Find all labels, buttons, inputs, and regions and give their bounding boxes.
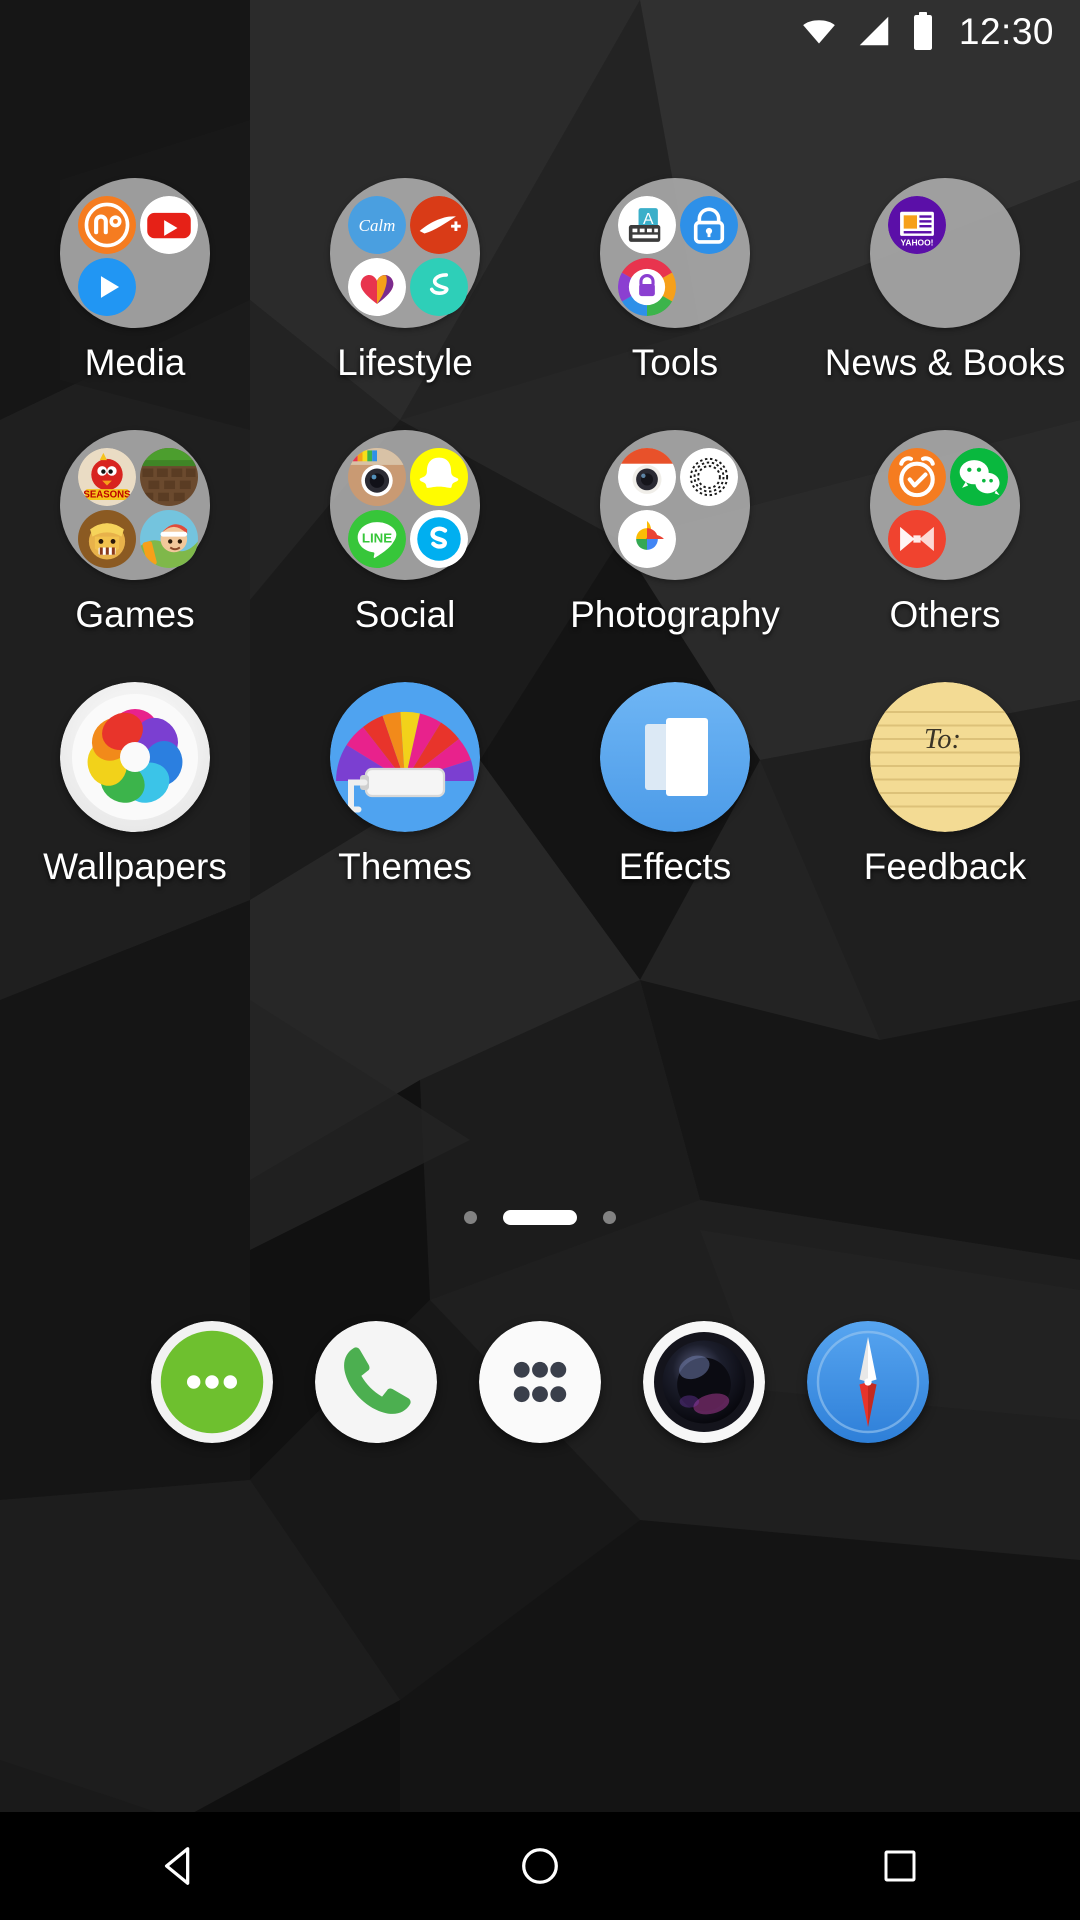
- app-effects-icon[interactable]: [600, 682, 750, 832]
- status-bar: 12:30: [0, 0, 1080, 62]
- home-circle-icon[interactable]: [465, 1812, 615, 1920]
- folder-disc: [60, 178, 210, 328]
- app-drawer-icon[interactable]: [479, 1321, 601, 1443]
- wallpapers-icon: [60, 682, 210, 832]
- battery-full-icon: [909, 11, 937, 51]
- messaging-icon[interactable]: [151, 1321, 273, 1443]
- app-icon-podcast-addict: [78, 196, 136, 254]
- app-icon-nike-plus: [410, 196, 468, 254]
- folder-disc: A: [600, 178, 750, 328]
- app-icon-musixmatch: [888, 510, 946, 568]
- browser-compass-icon[interactable]: [807, 1321, 929, 1443]
- app-feedback-icon[interactable]: To:: [870, 682, 1020, 832]
- app-wallpapers[interactable]: Wallpapers: [0, 682, 270, 934]
- folder-games-icon[interactable]: SEASONS: [60, 430, 210, 580]
- app-label: Effects: [618, 846, 732, 887]
- app-label: Themes: [338, 846, 472, 887]
- page-dot-1[interactable]: [464, 1210, 477, 1224]
- app-icon-wechat: [950, 448, 1008, 506]
- app-icon-keyboard: A: [618, 196, 676, 254]
- app-icon-vsco: [680, 448, 738, 506]
- app-icon-instagram: [348, 448, 406, 506]
- svg-text:LINE: LINE: [362, 531, 392, 546]
- app-themes[interactable]: Themes: [270, 682, 540, 934]
- folder-tools-icon[interactable]: A: [600, 178, 750, 328]
- app-icon-line: LINE: [348, 510, 406, 568]
- app-icon-lock-blue: [680, 196, 738, 254]
- folder-label: Social: [354, 594, 456, 635]
- app-icon-samsung-health: [348, 258, 406, 316]
- home-screen-icon-grid: Media Calm Lifestyle A Tools YAHOO! News…: [0, 178, 1080, 934]
- folder-label: News & Books: [824, 342, 1066, 383]
- folder-news-and-books[interactable]: YAHOO! News & Books: [810, 178, 1080, 430]
- app-icon-google-play-music: [78, 258, 136, 316]
- folder-news-and-books-icon[interactable]: YAHOO!: [870, 178, 1020, 328]
- app-icon-google-photos: [618, 510, 676, 568]
- app-icon-minecraft: [140, 448, 198, 506]
- app-effects[interactable]: Effects: [540, 682, 810, 934]
- status-bar-clock: 12:30: [958, 10, 1054, 52]
- svg-text:SEASONS: SEASONS: [83, 490, 131, 501]
- app-icon-alarm-clock: [888, 448, 946, 506]
- navigation-bar: [0, 1812, 1080, 1920]
- folder-photography[interactable]: Photography: [540, 430, 810, 682]
- app-icon-youtube: [140, 196, 198, 254]
- folder-lifestyle-icon[interactable]: Calm: [330, 178, 480, 328]
- app-icon-clash-of-clans: [78, 510, 136, 568]
- themes-icon: [330, 682, 480, 832]
- svg-text:Calm: Calm: [359, 216, 396, 235]
- folder-disc: [870, 430, 1020, 580]
- app-feedback[interactable]: To: Feedback: [810, 682, 1080, 934]
- phone-icon[interactable]: [315, 1321, 437, 1443]
- folder-others-icon[interactable]: [870, 430, 1020, 580]
- back-triangle-icon[interactable]: [105, 1812, 255, 1920]
- folder-games[interactable]: SEASONS Games: [0, 430, 270, 682]
- page-dot-2-active[interactable]: [503, 1209, 577, 1225]
- folder-label: Media: [84, 342, 186, 383]
- folder-others[interactable]: Others: [810, 430, 1080, 682]
- app-icon-retro-camera: [618, 448, 676, 506]
- folder-label: Others: [889, 594, 1001, 635]
- folder-social[interactable]: LINE Social: [270, 430, 540, 682]
- folder-disc: YAHOO!: [870, 178, 1020, 328]
- folder-label: Tools: [631, 342, 719, 383]
- app-themes-icon[interactable]: [330, 682, 480, 832]
- folder-media[interactable]: Media: [0, 178, 270, 430]
- feedback-icon: To:: [870, 682, 1020, 832]
- app-icon-applock: [618, 258, 676, 316]
- app-icon-subway-surfers: [140, 510, 198, 568]
- folder-disc: LINE: [330, 430, 480, 580]
- effects-icon: [600, 682, 750, 832]
- app-wallpapers-icon[interactable]: [60, 682, 210, 832]
- svg-text:YAHOO!: YAHOO!: [901, 238, 934, 248]
- folder-disc: [600, 430, 750, 580]
- app-icon-yahoo-news: YAHOO!: [888, 196, 946, 254]
- folder-media-icon[interactable]: [60, 178, 210, 328]
- cellular-signal-icon: [855, 12, 893, 50]
- app-label: Wallpapers: [43, 846, 227, 887]
- wifi-icon: [799, 11, 839, 51]
- camera-icon[interactable]: [643, 1321, 765, 1443]
- folder-lifestyle[interactable]: Calm Lifestyle: [270, 178, 540, 430]
- folder-disc: SEASONS: [60, 430, 210, 580]
- folder-social-icon[interactable]: LINE: [330, 430, 480, 580]
- app-icon-skype: [410, 510, 468, 568]
- svg-text:To:: To:: [924, 724, 961, 755]
- recents-square-icon[interactable]: [825, 1812, 975, 1920]
- app-icon-angry-birds-seasons: SEASONS: [78, 448, 136, 506]
- page-indicator: [0, 1200, 1080, 1234]
- folder-label: Lifestyle: [337, 342, 473, 383]
- page-dot-3[interactable]: [603, 1210, 616, 1224]
- app-label: Feedback: [863, 846, 1027, 887]
- folder-label: Games: [75, 594, 195, 635]
- folder-tools[interactable]: A Tools: [540, 178, 810, 430]
- app-icon-calm: Calm: [348, 196, 406, 254]
- folder-disc: Calm: [330, 178, 480, 328]
- dock: [0, 1282, 1080, 1482]
- app-icon-sweat: [410, 258, 468, 316]
- folder-label: Photography: [570, 594, 780, 635]
- folder-photography-icon[interactable]: [600, 430, 750, 580]
- app-icon-snapchat: [410, 448, 468, 506]
